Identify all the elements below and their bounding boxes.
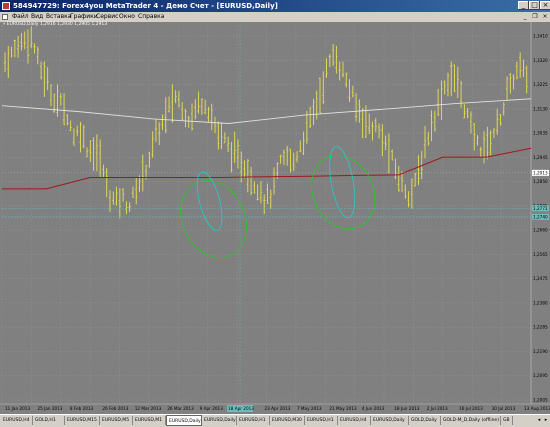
chart-header: ▾ EURUSD,Daily 1,2916 1,2930 1,2905 1,29… xyxy=(3,22,107,27)
menu-file[interactable]: Файл xyxy=(12,12,29,22)
chart-tab[interactable]: GOLD-M_D,Daily (offline) xyxy=(441,416,501,425)
title-bar: 584947729: Forex4you MetaTrader 4 - Демо… xyxy=(0,0,550,12)
menu-view[interactable]: Вид xyxy=(31,12,43,22)
time-marker-label: 18 Apr 2013 xyxy=(228,406,254,411)
time-axis-label: 26 Feb 2013 xyxy=(102,406,128,411)
close-button[interactable]: × xyxy=(540,1,550,10)
child-close-button[interactable]: × xyxy=(541,13,549,21)
chart-ohlc-label: EURUSD,Daily 1,2916 1,2930 1,2905 1,2913 xyxy=(6,22,108,27)
chart-tabs-bar: ◂ ▸ EURUSD,H4 GOLD,H1 EURUSD,M15 EURUSD,M5 E… xyxy=(0,414,550,427)
price-axis-label: 1,2005 xyxy=(533,398,548,403)
menu-bar: Файл Вид Вставка Графики Сервис Окно Спр… xyxy=(0,12,550,22)
menu-help[interactable]: Справка xyxy=(138,12,164,22)
time-axis-label: 8 Feb 2013 xyxy=(70,406,94,411)
chart-tab[interactable]: EURUSD,H4 xyxy=(1,416,33,425)
price-axis-label: 1,3035 xyxy=(533,131,548,136)
price-axis-label: 1,2475 xyxy=(533,276,548,281)
price-axis-label: 1,3410 xyxy=(533,34,548,39)
time-axis-label: 11 Jan 2013 xyxy=(5,406,30,411)
price-axis-label: 1,3130 xyxy=(533,106,548,111)
chart-window[interactable]: 1,3410 1,3320 1,3225 1,3130 1,3035 1,2945 1,28… xyxy=(0,22,550,414)
time-axis-label: 4 Jun 2013 xyxy=(362,406,385,411)
menu-insert[interactable]: Вставка xyxy=(46,12,71,22)
time-axis-label: 25 Jan 2013 xyxy=(37,406,62,411)
chart-tab[interactable]: EURUSD,M1 xyxy=(133,416,166,425)
chart-tab[interactable]: GOLD,H1 xyxy=(33,416,65,425)
tab-scroll-right-icon[interactable]: ▸ xyxy=(543,417,549,424)
price-axis-label: 1,3320 xyxy=(533,58,548,63)
chart-tab[interactable]: EURUSD,Daily xyxy=(202,416,237,425)
price-axis-label: 1,2850 xyxy=(533,179,548,184)
chart-tab[interactable]: EURUSD,M15 xyxy=(65,416,100,425)
child-restore-button[interactable]: ❐ xyxy=(531,13,539,21)
price-axis-label: 1,2380 xyxy=(533,300,548,305)
time-axis-label: 26 Mar 2013 xyxy=(167,406,194,411)
tab-scroll-left-icon[interactable]: ◂ xyxy=(536,417,542,424)
price-chart[interactable]: 1,3410 1,3320 1,3225 1,3130 1,3035 1,2945 1,28… xyxy=(0,22,550,414)
chart-tab[interactable]: EURUSD,M5 xyxy=(100,416,133,425)
chart-tab[interactable]: GB xyxy=(501,416,513,425)
price-axis-label: 1,2190 xyxy=(533,349,548,354)
chart-tab[interactable]: EURUSD,H1 xyxy=(305,416,338,425)
chart-tab[interactable]: EURUSD,M30 xyxy=(270,416,305,425)
menu-window[interactable]: Окно xyxy=(119,12,135,22)
child-minimize-button[interactable]: _ xyxy=(521,13,529,21)
minimize-button[interactable]: _ xyxy=(518,1,529,10)
chart-background xyxy=(0,22,550,414)
chart-tab[interactable]: GOLD,Daily xyxy=(409,416,441,425)
chart-tab[interactable]: EURUSD,Daily xyxy=(371,416,409,425)
time-axis-label: 16 Jul 2013 xyxy=(459,406,483,411)
chart-tab[interactable]: EURUSD,Daily xyxy=(166,415,202,426)
maximize-button[interactable]: □ xyxy=(529,1,540,10)
chart-window-icon[interactable] xyxy=(2,14,8,20)
time-axis-label: 12 Mar 2013 xyxy=(135,406,162,411)
time-axis-label: 2 Jul 2013 xyxy=(427,406,448,411)
price-axis-label: 1,2565 xyxy=(533,252,548,257)
time-axis-label: 7 May 2013 xyxy=(297,406,322,411)
price-axis-label: 1,2285 xyxy=(533,325,548,330)
price-marker-label: 1,2740 xyxy=(533,214,548,219)
price-axis-label: 1,2945 xyxy=(533,155,548,160)
chart-menu-icon[interactable]: ▾ xyxy=(3,22,5,27)
time-axis-label: 9 Apr 2013 xyxy=(200,406,224,411)
time-axis-label: 30 Jul 2013 xyxy=(492,406,516,411)
menu-charts[interactable]: Графики xyxy=(70,12,98,22)
price-marker-label: 1,2771 xyxy=(533,206,548,211)
price-axis-label: 1,3225 xyxy=(533,82,548,87)
time-axis-label: 18 Jun 2013 xyxy=(394,406,420,411)
metatrader-app-icon[interactable] xyxy=(2,2,10,10)
chart-tab[interactable]: EURUSD,H1 xyxy=(237,416,270,425)
menu-tools[interactable]: Сервис xyxy=(96,12,118,22)
time-axis-label: 21 May 2013 xyxy=(329,406,357,411)
chart-tab[interactable]: EURUSD,H4 xyxy=(338,416,371,425)
time-axis-label: 13 Aug 2013 xyxy=(524,406,550,411)
price-marker-label: 1,2913 xyxy=(533,170,548,175)
time-axis-label: 23 Apr 2013 xyxy=(265,406,291,411)
window-title: 584947729: Forex4you MetaTrader 4 - Демо… xyxy=(13,2,278,10)
price-axis-label: 1,2095 xyxy=(533,373,548,378)
price-axis-label: 1,2660 xyxy=(533,228,548,233)
